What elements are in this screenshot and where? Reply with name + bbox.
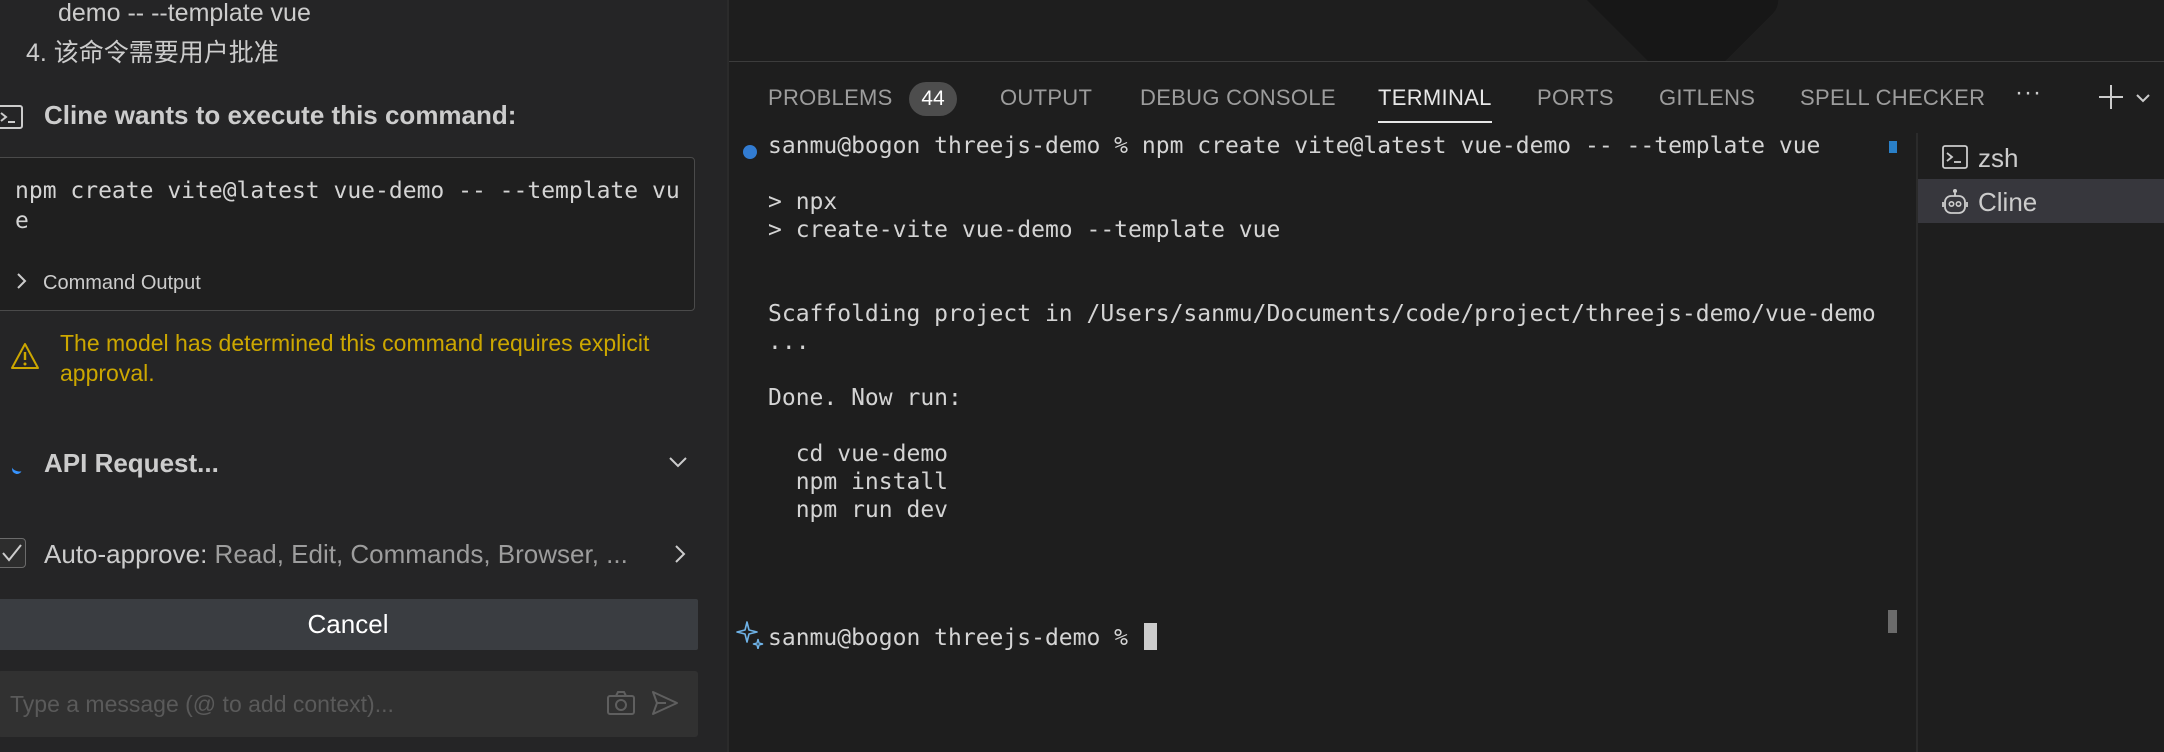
auto-approve-text: Auto-approve: Read, Edit, Commands, Brow… [44,539,628,570]
plus-icon[interactable] [2097,83,2125,116]
camera-icon[interactable] [606,689,636,722]
auto-approve-checkbox[interactable] [0,538,26,568]
tab-terminal[interactable]: TERMINAL [1378,85,1492,123]
tab-debug-console[interactable]: DEBUG CONSOLE [1140,85,1336,111]
message-input[interactable] [10,685,590,723]
terminal-line: > create-vite vue-demo --template vue [768,217,1281,243]
terminal-prompt-line: sanmu@bogon threejs-demo % [768,623,1157,651]
tab-spell-checker[interactable]: SPELL CHECKER [1800,85,1985,111]
auto-approve-value: Read, Edit, Commands, Browser, ... [207,539,628,569]
editor-area [729,0,2164,62]
cline-chat-panel: demo -- --template vue 4. 该命令需要用户批准 Clin… [0,0,727,752]
sparkle-icon[interactable] [735,619,765,655]
tab-ports[interactable]: PORTS [1537,85,1614,111]
terminal-line: Scaffolding project in /Users/sanmu/Docu… [768,301,1876,327]
bottom-panel: PROBLEMS 44 OUTPUT DEBUG CONSOLE TERMINA… [729,63,2164,752]
command-text: npm create vite@latest vue-demo -- --tem… [15,178,680,234]
terminal-item-zsh[interactable]: zsh [1918,135,2164,179]
chevron-right-icon [15,271,29,296]
terminal-line: npm install [768,469,949,495]
chevron-down-icon[interactable] [2135,91,2151,109]
warning-icon [10,342,40,375]
command-output-label: Command Output [43,271,201,294]
message-box [0,671,698,737]
tab-output[interactable]: OUTPUT [1000,85,1092,111]
terminal-line: Done. Now run: [768,385,962,411]
terminal-line: cd vue-demo [768,441,949,467]
tab-problems[interactable]: PROBLEMS [768,85,893,111]
command-status-dot-icon[interactable] [743,145,757,159]
terminal-item-label: zsh [1978,143,2019,173]
auto-approve-row[interactable]: Auto-approve: Read, Edit, Commands, Brow… [0,534,700,574]
problems-count-badge: 44 [909,82,957,116]
step-4-text: 4. 该命令需要用户批准 [26,39,279,67]
terminal-icon [1942,144,1968,175]
terminal-cursor [1143,623,1157,650]
scrollbar-marker [1889,141,1897,153]
editor-watermark [1566,0,1786,61]
terminal-line: > npx [768,189,838,215]
chevron-right-icon [672,542,688,571]
send-icon[interactable] [650,689,680,722]
auto-approve-key: Auto-approve: [44,539,208,569]
more-icon[interactable]: ··· [2015,79,2042,107]
api-request-label: API Request... [44,448,219,478]
terminal-list: zsh Cline [1916,133,2164,752]
terminal-prompt: sanmu@bogon threejs-demo % [768,625,1142,651]
loading-spinner-icon [10,462,24,476]
terminal-output[interactable]: sanmu@bogon threejs-demo % npm create vi… [729,133,1897,752]
terminal-line: npm run dev [768,497,949,523]
command-request-title: Cline wants to execute this command: [44,100,517,130]
command-box: npm create vite@latest vue-demo -- --tem… [0,157,695,311]
chevron-down-icon [666,450,690,479]
robot-icon [1942,188,1968,221]
warning-text: The model has determined this command re… [60,330,650,386]
panel-tabs: PROBLEMS 44 OUTPUT DEBUG CONSOLE TERMINA… [729,63,2164,129]
terminal-item-cline[interactable]: Cline [1918,179,2164,223]
terminal-icon [0,102,24,137]
terminal-line: sanmu@bogon threejs-demo % npm create vi… [768,133,1821,159]
tab-gitlens[interactable]: GITLENS [1659,85,1755,111]
api-request-row[interactable]: API Request... [0,444,700,484]
terminal-item-label: Cline [1978,187,2038,217]
previous-step-text: demo -- --template vue [58,0,311,27]
command-output-toggle[interactable]: Command Output [15,266,201,300]
cancel-button[interactable]: Cancel [0,599,698,650]
scrollbar-thumb[interactable] [1888,610,1897,633]
terminal-line: ... [768,329,810,355]
